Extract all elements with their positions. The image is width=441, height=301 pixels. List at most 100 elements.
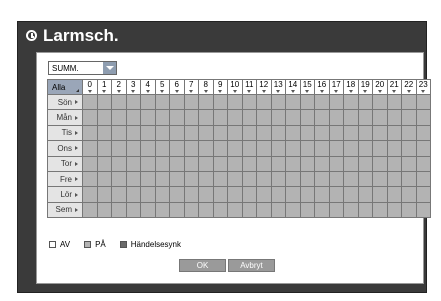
hour-header[interactable]: 17: [329, 80, 343, 94]
schedule-cell[interactable]: [213, 202, 227, 218]
schedule-cell[interactable]: [402, 141, 416, 156]
schedule-cell[interactable]: [170, 141, 184, 156]
schedule-cell[interactable]: [155, 171, 169, 187]
schedule-cell[interactable]: [170, 187, 184, 202]
schedule-cell[interactable]: [126, 171, 140, 187]
schedule-cell[interactable]: [213, 125, 227, 141]
schedule-cell[interactable]: [83, 95, 97, 110]
schedule-cell[interactable]: [271, 202, 285, 218]
schedule-cell[interactable]: [329, 141, 343, 156]
schedule-cell[interactable]: [141, 187, 155, 202]
hour-header[interactable]: 5: [155, 80, 169, 94]
schedule-cell[interactable]: [271, 141, 285, 156]
schedule-cell[interactable]: [242, 125, 256, 141]
schedule-cell[interactable]: [199, 202, 213, 218]
schedule-cell[interactable]: [329, 95, 343, 110]
hour-header[interactable]: 0: [83, 80, 97, 94]
schedule-cell[interactable]: [315, 171, 329, 187]
schedule-cell[interactable]: [416, 125, 430, 141]
day-row-label[interactable]: Sön: [48, 95, 82, 110]
schedule-cell[interactable]: [112, 125, 126, 141]
schedule-cell[interactable]: [112, 202, 126, 218]
schedule-cell[interactable]: [402, 125, 416, 141]
schedule-cell[interactable]: [315, 125, 329, 141]
schedule-cell[interactable]: [112, 95, 126, 110]
schedule-cell[interactable]: [286, 156, 300, 171]
schedule-cell[interactable]: [344, 202, 358, 218]
schedule-cell[interactable]: [300, 187, 314, 202]
schedule-cell[interactable]: [373, 141, 387, 156]
schedule-cell[interactable]: [126, 156, 140, 171]
schedule-cell[interactable]: [257, 202, 271, 218]
schedule-cell[interactable]: [402, 187, 416, 202]
schedule-cell[interactable]: [141, 110, 155, 125]
schedule-cell[interactable]: [83, 171, 97, 187]
schedule-cell[interactable]: [199, 171, 213, 187]
schedule-cell[interactable]: [257, 95, 271, 110]
schedule-cell[interactable]: [329, 125, 343, 141]
hour-header[interactable]: 8: [199, 80, 213, 94]
schedule-cell[interactable]: [155, 110, 169, 125]
schedule-cell[interactable]: [184, 187, 198, 202]
schedule-cell[interactable]: [112, 141, 126, 156]
schedule-cell[interactable]: [358, 95, 372, 110]
schedule-cell[interactable]: [213, 156, 227, 171]
schedule-cell[interactable]: [358, 156, 372, 171]
schedule-cell[interactable]: [344, 95, 358, 110]
schedule-cell[interactable]: [184, 171, 198, 187]
schedule-cell[interactable]: [257, 110, 271, 125]
schedule-cell[interactable]: [300, 171, 314, 187]
schedule-cell[interactable]: [416, 156, 430, 171]
hour-header[interactable]: 16: [315, 80, 329, 94]
schedule-cell[interactable]: [213, 171, 227, 187]
schedule-cell[interactable]: [184, 95, 198, 110]
day-row-label[interactable]: Sem: [48, 202, 82, 218]
schedule-cell[interactable]: [300, 156, 314, 171]
schedule-cell[interactable]: [155, 187, 169, 202]
schedule-dropdown[interactable]: SUMM.: [48, 61, 117, 75]
schedule-cell[interactable]: [315, 110, 329, 125]
schedule-cell[interactable]: [402, 156, 416, 171]
schedule-cell[interactable]: [373, 156, 387, 171]
schedule-cell[interactable]: [242, 202, 256, 218]
schedule-cell[interactable]: [199, 141, 213, 156]
schedule-cell[interactable]: [242, 187, 256, 202]
schedule-cell[interactable]: [286, 110, 300, 125]
schedule-cell[interactable]: [373, 110, 387, 125]
schedule-cell[interactable]: [213, 187, 227, 202]
schedule-cell[interactable]: [141, 156, 155, 171]
schedule-cell[interactable]: [112, 171, 126, 187]
schedule-cell[interactable]: [300, 202, 314, 218]
day-row-label[interactable]: Tis: [48, 125, 82, 141]
schedule-cell[interactable]: [402, 95, 416, 110]
schedule-cell[interactable]: [242, 141, 256, 156]
schedule-cell[interactable]: [315, 141, 329, 156]
schedule-cell[interactable]: [315, 95, 329, 110]
schedule-cell[interactable]: [257, 125, 271, 141]
schedule-cell[interactable]: [242, 171, 256, 187]
hour-header[interactable]: 10: [228, 80, 242, 94]
schedule-cell[interactable]: [213, 110, 227, 125]
hour-header[interactable]: 21: [387, 80, 401, 94]
hour-header[interactable]: 14: [286, 80, 300, 94]
schedule-cell[interactable]: [97, 202, 111, 218]
schedule-cell[interactable]: [329, 202, 343, 218]
schedule-cell[interactable]: [228, 125, 242, 141]
hour-header[interactable]: 19: [358, 80, 372, 94]
schedule-cell[interactable]: [329, 156, 343, 171]
schedule-cell[interactable]: [300, 125, 314, 141]
day-row-label[interactable]: Ons: [48, 141, 82, 156]
schedule-cell[interactable]: [387, 95, 401, 110]
schedule-cell[interactable]: [126, 141, 140, 156]
hour-header[interactable]: 13: [271, 80, 285, 94]
schedule-cell[interactable]: [242, 156, 256, 171]
schedule-cell[interactable]: [286, 187, 300, 202]
schedule-cell[interactable]: [315, 156, 329, 171]
schedule-cell[interactable]: [228, 202, 242, 218]
schedule-cell[interactable]: [199, 187, 213, 202]
schedule-cell[interactable]: [286, 202, 300, 218]
schedule-cell[interactable]: [141, 202, 155, 218]
hour-header[interactable]: 15: [300, 80, 314, 94]
hour-header[interactable]: 1: [97, 80, 111, 94]
schedule-cell[interactable]: [286, 141, 300, 156]
